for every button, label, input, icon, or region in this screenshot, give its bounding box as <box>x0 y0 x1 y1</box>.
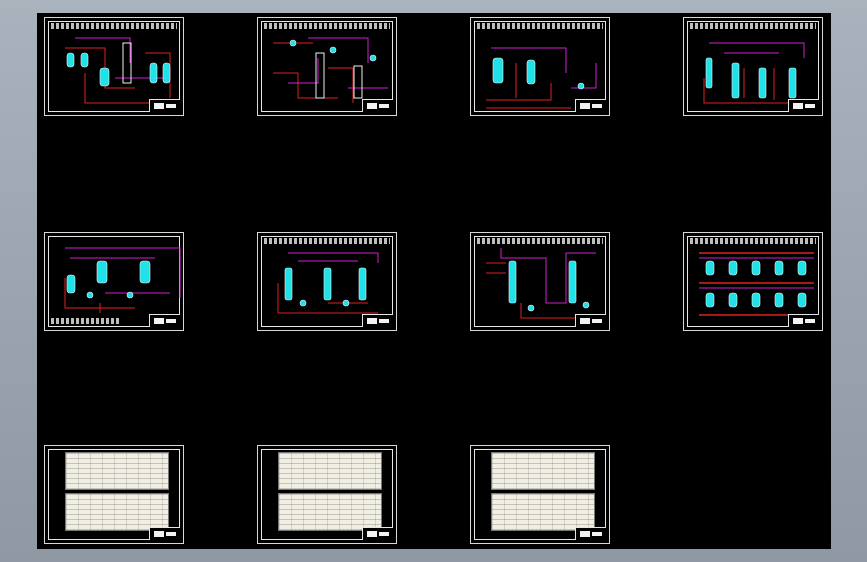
title-stamp <box>575 527 606 540</box>
title-stamp <box>575 314 606 327</box>
title-stamp <box>149 314 180 327</box>
title-stamp <box>788 314 819 327</box>
equipment-table-upper <box>65 452 169 490</box>
drawing-sheet-4[interactable] <box>683 17 823 116</box>
sheet-title-block <box>51 318 121 324</box>
title-stamp <box>149 527 180 540</box>
drawing-sheet-10[interactable] <box>257 445 397 544</box>
drawing-sheet-3[interactable] <box>470 17 610 116</box>
drawing-sheet-9[interactable] <box>44 445 184 544</box>
drawing-sheet-1[interactable] <box>44 17 184 116</box>
drawing-sheet-8[interactable] <box>683 232 823 331</box>
drawing-sheet-5[interactable] <box>44 232 184 331</box>
drawing-sheet-11[interactable] <box>470 445 610 544</box>
drawing-sheet-6[interactable] <box>257 232 397 331</box>
equipment-table-lower <box>278 493 382 531</box>
title-stamp <box>788 99 819 112</box>
drawing-sheet-2[interactable] <box>257 17 397 116</box>
title-stamp <box>362 527 393 540</box>
equipment-table-upper <box>278 452 382 490</box>
title-stamp <box>362 314 393 327</box>
title-stamp <box>149 99 180 112</box>
equipment-table-lower <box>491 493 595 531</box>
equipment-table-upper <box>491 452 595 490</box>
equipment-table-lower <box>65 493 169 531</box>
drawing-sheet-7[interactable] <box>470 232 610 331</box>
cad-model-space[interactable] <box>37 13 831 549</box>
title-stamp <box>575 99 606 112</box>
title-stamp <box>362 99 393 112</box>
